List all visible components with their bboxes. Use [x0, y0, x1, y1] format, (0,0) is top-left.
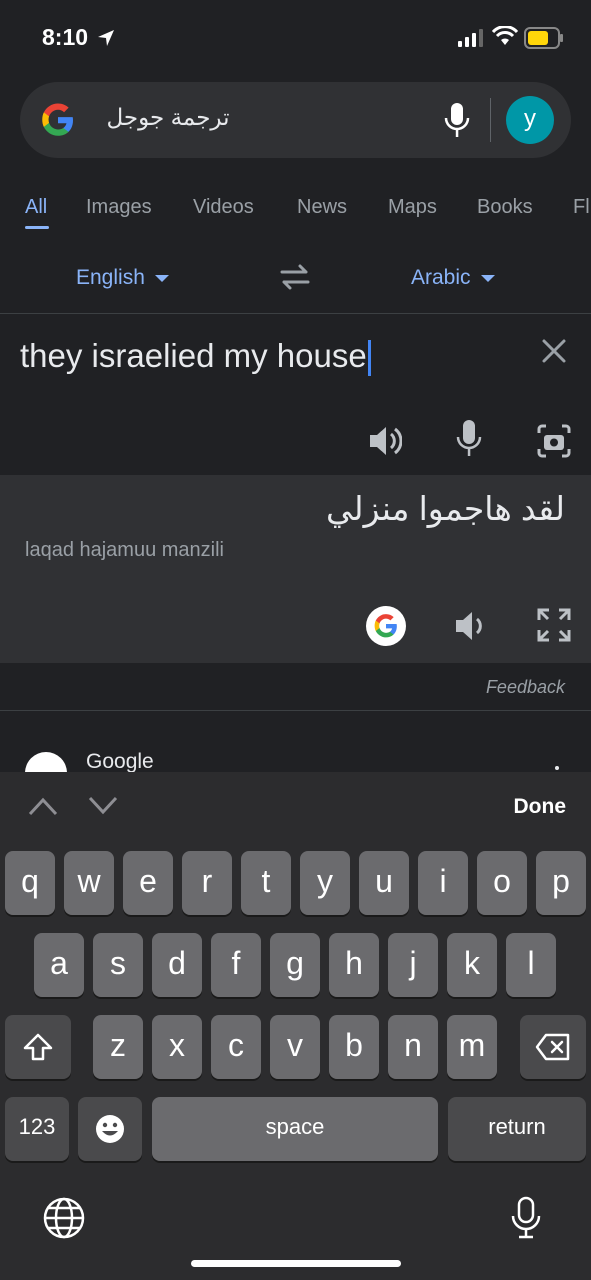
- search-tabs: All Images Videos News Maps Books Fl: [0, 180, 591, 240]
- status-bar: 8:10: [0, 0, 591, 76]
- source-language-button[interactable]: English: [76, 266, 169, 290]
- emoji-icon: [96, 1115, 124, 1143]
- feedback-row: Feedback: [0, 663, 591, 711]
- target-language-button[interactable]: Arabic: [411, 266, 495, 290]
- status-time: 8:10: [42, 24, 89, 50]
- transliteration-text: laqad hajamuu manzili: [25, 539, 225, 561]
- google-logo-icon: [42, 103, 73, 136]
- speaker-icon[interactable]: [452, 608, 488, 644]
- emoji-key[interactable]: [78, 1097, 142, 1161]
- google-translate-favicon: [25, 752, 67, 772]
- key-j[interactable]: j: [388, 933, 438, 997]
- speaker-icon[interactable]: [366, 423, 402, 459]
- google-logo-icon: [374, 614, 397, 638]
- battery-icon: [524, 27, 563, 49]
- tab-books[interactable]: Books: [477, 196, 533, 219]
- google-translate-button[interactable]: [366, 606, 406, 646]
- home-indicator[interactable]: [191, 1260, 401, 1267]
- key-z[interactable]: z: [93, 1015, 143, 1079]
- search-divider: [490, 98, 491, 142]
- avatar[interactable]: y: [506, 96, 554, 144]
- more-options-icon[interactable]: [555, 766, 559, 770]
- key-f[interactable]: f: [211, 933, 261, 997]
- key-k[interactable]: k: [447, 933, 497, 997]
- key-u[interactable]: u: [359, 851, 409, 915]
- shift-key[interactable]: [5, 1015, 71, 1079]
- location-arrow-icon: [98, 30, 114, 46]
- cellular-signal-icon: [458, 29, 483, 47]
- tab-images[interactable]: Images: [86, 196, 152, 219]
- done-button[interactable]: Done: [514, 795, 567, 819]
- key-c[interactable]: c: [211, 1015, 261, 1079]
- key-a[interactable]: a: [34, 933, 84, 997]
- feedback-link[interactable]: Feedback: [486, 677, 565, 698]
- key-x[interactable]: x: [152, 1015, 202, 1079]
- key-h[interactable]: h: [329, 933, 379, 997]
- shift-icon: [23, 1033, 53, 1061]
- mic-icon[interactable]: [444, 102, 470, 138]
- target-language-label: Arabic: [411, 266, 471, 289]
- translation-result: لقد هاجموا منزلي laqad hajamuu manzili: [0, 475, 591, 663]
- key-e[interactable]: e: [123, 851, 173, 915]
- key-v[interactable]: v: [270, 1015, 320, 1079]
- source-language-label: English: [76, 266, 145, 289]
- search-bar[interactable]: ترجمة جوجل y: [20, 82, 571, 158]
- active-tab-indicator: [25, 226, 49, 229]
- return-key[interactable]: return: [448, 1097, 586, 1161]
- tab-flights[interactable]: Fl: [573, 196, 590, 219]
- search-result[interactable]: Google: [0, 720, 591, 772]
- key-i[interactable]: i: [418, 851, 468, 915]
- key-d[interactable]: d: [152, 933, 202, 997]
- source-text-area[interactable]: they israelied my house: [0, 315, 591, 475]
- chevron-down-icon: [480, 274, 495, 282]
- tab-videos[interactable]: Videos: [193, 196, 254, 219]
- search-input[interactable]: ترجمة جوجل: [88, 104, 248, 131]
- source-text: they israelied my house: [20, 337, 367, 374]
- globe-icon[interactable]: [42, 1196, 86, 1240]
- numbers-key[interactable]: 123: [5, 1097, 69, 1161]
- chevron-down-icon: [154, 274, 169, 282]
- swap-languages-icon[interactable]: [278, 262, 312, 292]
- tab-news[interactable]: News: [297, 196, 347, 219]
- key-y[interactable]: y: [300, 851, 350, 915]
- backspace-key[interactable]: [520, 1015, 586, 1079]
- translated-text: لقد هاجموا منزلي: [326, 490, 565, 527]
- chevron-up-icon[interactable]: [28, 796, 58, 816]
- key-r[interactable]: r: [182, 851, 232, 915]
- backspace-icon: [535, 1033, 570, 1061]
- result-site-name: Google: [86, 750, 154, 772]
- key-q[interactable]: q: [5, 851, 55, 915]
- keyboard-toolbar: Done: [0, 772, 591, 842]
- key-o[interactable]: o: [477, 851, 527, 915]
- tab-all[interactable]: All: [25, 196, 47, 219]
- space-key[interactable]: space: [152, 1097, 438, 1161]
- text-cursor: [367, 340, 371, 377]
- source-text-field[interactable]: they israelied my house: [20, 337, 371, 377]
- key-b[interactable]: b: [329, 1015, 379, 1079]
- dictation-mic-icon[interactable]: [510, 1196, 542, 1240]
- key-s[interactable]: s: [93, 933, 143, 997]
- key-l[interactable]: l: [506, 933, 556, 997]
- wifi-icon: [492, 26, 518, 45]
- key-t[interactable]: t: [241, 851, 291, 915]
- key-n[interactable]: n: [388, 1015, 438, 1079]
- key-g[interactable]: g: [270, 933, 320, 997]
- key-p[interactable]: p: [536, 851, 586, 915]
- key-w[interactable]: w: [64, 851, 114, 915]
- mic-icon[interactable]: [456, 419, 482, 459]
- tab-maps[interactable]: Maps: [388, 196, 437, 219]
- key-m[interactable]: m: [447, 1015, 497, 1079]
- camera-icon[interactable]: [536, 423, 572, 459]
- chevron-down-icon[interactable]: [88, 796, 118, 816]
- close-icon[interactable]: [540, 337, 568, 365]
- fullscreen-icon[interactable]: [537, 608, 571, 642]
